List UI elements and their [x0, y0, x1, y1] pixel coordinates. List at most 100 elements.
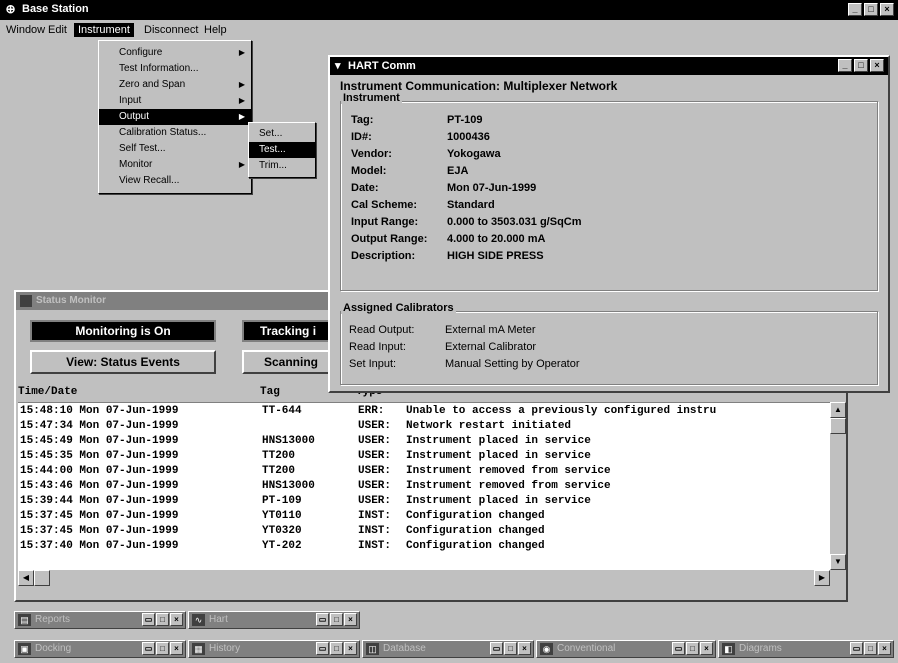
scroll-up-icon[interactable]: ▲	[830, 402, 846, 418]
log-row[interactable]: 15:44:00 Mon 07-Jun-1999 TT200 USER: Instru…	[20, 465, 828, 479]
tracking-status[interactable]: Tracking i	[242, 320, 342, 342]
scroll-thumb[interactable]	[830, 418, 846, 434]
view-selector-button[interactable]: View: Status Events	[30, 350, 216, 374]
log-type: INST:	[358, 525, 392, 537]
log-time: 15:45:35 Mon 07-Jun-1999	[20, 450, 179, 462]
maximize-icon[interactable]: □	[330, 642, 343, 655]
log-row[interactable]: 15:45:35 Mon 07-Jun-1999 TT200 USER: Instru…	[20, 450, 828, 464]
restore-icon[interactable]: ▭	[672, 642, 685, 655]
menu-item-test-information[interactable]: Test Information...	[99, 61, 251, 77]
hart-maximize-button[interactable]: □	[854, 59, 868, 72]
minimized-docking[interactable]: ▣ Docking ▭ □ ×	[14, 640, 186, 658]
conventional-icon: ◉	[540, 643, 553, 655]
maximize-icon[interactable]: □	[504, 642, 517, 655]
log-row[interactable]: 15:45:49 Mon 07-Jun-1999 HNS13000 USER: Ins…	[20, 435, 828, 449]
log-row[interactable]: 15:48:10 Mon 07-Jun-1999 TT-644 ERR: Unable…	[20, 405, 828, 419]
scroll-down-icon[interactable]: ▼	[830, 554, 846, 570]
status-monitor-title: Status Monitor	[36, 295, 106, 306]
menu-item-self-test[interactable]: Self Test...	[99, 141, 251, 157]
close-icon[interactable]: ×	[344, 642, 357, 655]
instrument-group: Instrument Tag: PT-109 ID#: 1000436 Vendor: Y…	[340, 92, 878, 291]
field-key: Input Range:	[351, 216, 419, 228]
restore-icon[interactable]: ▭	[142, 642, 155, 655]
restore-icon[interactable]: ▭	[490, 642, 503, 655]
minimized-database[interactable]: ◫ Database ▭ □ ×	[362, 640, 534, 658]
close-icon[interactable]: ×	[518, 642, 531, 655]
hart-icon: ∿	[192, 614, 205, 626]
menu-item-trim[interactable]: Trim...	[249, 158, 315, 174]
minimized-conventional[interactable]: ◉ Conventional ▭ □ ×	[536, 640, 716, 658]
log-row[interactable]: 15:37:45 Mon 07-Jun-1999 YT0110 INST: Confi…	[20, 510, 828, 524]
log-row[interactable]: 15:43:46 Mon 07-Jun-1999 HNS13000 USER: Ins…	[20, 480, 828, 494]
header-time-date: Time/Date	[18, 386, 78, 398]
scanning-button[interactable]: Scanning	[242, 350, 342, 374]
scroll-left-icon[interactable]: ◀	[18, 570, 34, 586]
maximize-icon[interactable]: □	[156, 642, 169, 655]
menu-item-view-recall[interactable]: View Recall...	[99, 173, 251, 189]
minimized-history[interactable]: ▦ History ▭ □ ×	[188, 640, 360, 658]
maximize-icon[interactable]: □	[330, 613, 343, 626]
calibrator-key: Read Output:	[349, 324, 415, 336]
log-event: Configuration changed	[406, 540, 545, 552]
field-key: Vendor:	[351, 148, 392, 160]
scroll-h-thumb[interactable]	[34, 570, 50, 586]
restore-icon[interactable]: ▭	[316, 642, 329, 655]
close-icon[interactable]: ×	[878, 642, 891, 655]
log-row[interactable]: 15:39:44 Mon 07-Jun-1999 PT-109 USER: Instr…	[20, 495, 828, 509]
log-row[interactable]: 15:37:40 Mon 07-Jun-1999 YT-202 INST: Confi…	[20, 540, 828, 554]
restore-icon[interactable]: ▭	[142, 613, 155, 626]
menu-item-test[interactable]: Test...	[249, 142, 315, 158]
horizontal-scrollbar[interactable]: ◀ ▶	[18, 570, 830, 586]
menu-instrument[interactable]: Instrument	[74, 23, 134, 37]
calibrator-row: Read Input: External Calibrator	[349, 341, 849, 357]
menu-edit[interactable]: Edit	[44, 23, 71, 37]
menu-help[interactable]: Help	[200, 23, 231, 37]
log-time: 15:37:45 Mon 07-Jun-1999	[20, 525, 179, 537]
maximize-icon[interactable]: □	[864, 642, 877, 655]
scroll-right-icon[interactable]: ▶	[814, 570, 830, 586]
field-key: Model:	[351, 165, 387, 177]
menu-item-configure[interactable]: Configure ▶	[99, 45, 251, 61]
menu-item-input[interactable]: Input ▶	[99, 93, 251, 109]
restore-icon[interactable]: ▭	[316, 613, 329, 626]
docking-icon: ▣	[18, 643, 31, 655]
calibrator-key: Read Input:	[349, 341, 406, 353]
menu-item-output[interactable]: Output ▶	[99, 109, 251, 125]
log-row[interactable]: 15:47:34 Mon 07-Jun-1999 USER: Network res…	[20, 420, 828, 434]
log-event: Instrument placed in service	[406, 495, 591, 507]
field-key: ID#:	[351, 131, 372, 143]
minimized-hart[interactable]: ∿ Hart ▭ □ ×	[188, 611, 360, 629]
close-icon[interactable]: ×	[170, 642, 183, 655]
maximize-icon[interactable]: □	[686, 642, 699, 655]
close-button[interactable]: ×	[880, 3, 894, 16]
restore-icon[interactable]: ▭	[850, 642, 863, 655]
hart-comm-title-bar[interactable]: ▾ HART Comm _ □ ×	[330, 57, 888, 75]
menu-item-monitor[interactable]: Monitor ▶	[99, 157, 251, 173]
close-icon[interactable]: ×	[344, 613, 357, 626]
menu-item-zero-and-span[interactable]: Zero and Span ▶	[99, 77, 251, 93]
maximize-icon[interactable]: □	[156, 613, 169, 626]
instrument-field-row: Vendor: Yokogawa	[351, 148, 851, 164]
status-event-list[interactable]: 15:48:10 Mon 07-Jun-1999 TT-644 ERR: Unable…	[18, 402, 830, 571]
hart-minimize-button[interactable]: _	[838, 59, 852, 72]
menu-item-calibration-status[interactable]: Calibration Status...	[99, 125, 251, 141]
log-time: 15:47:34 Mon 07-Jun-1999	[20, 420, 179, 432]
close-icon[interactable]: ×	[170, 613, 183, 626]
hart-close-button[interactable]: ×	[870, 59, 884, 72]
minimized-reports[interactable]: ▤ Reports ▭ □ ×	[14, 611, 186, 629]
menu-item-set[interactable]: Set...	[249, 126, 315, 142]
log-type: ERR:	[358, 405, 385, 417]
submenu-arrow-icon: ▶	[238, 112, 245, 121]
minimize-button[interactable]: _	[848, 3, 862, 16]
vertical-scrollbar[interactable]: ▲ ▼	[830, 402, 846, 570]
menu-window[interactable]: Window	[2, 23, 49, 37]
monitoring-status[interactable]: Monitoring is On	[30, 320, 216, 342]
minimized-diagrams[interactable]: ◧ Diagrams ▭ □ ×	[718, 640, 894, 658]
close-icon[interactable]: ×	[700, 642, 713, 655]
antenna-icon[interactable]: ⊕	[4, 3, 17, 16]
log-row[interactable]: 15:37:45 Mon 07-Jun-1999 YT0320 INST: Confi…	[20, 525, 828, 539]
app-title-bar: ⊕ Base Station _ □ ×	[0, 0, 898, 20]
maximize-button[interactable]: □	[864, 3, 878, 16]
log-tag: TT200	[262, 450, 296, 462]
menu-disconnect[interactable]: Disconnect	[140, 23, 202, 37]
